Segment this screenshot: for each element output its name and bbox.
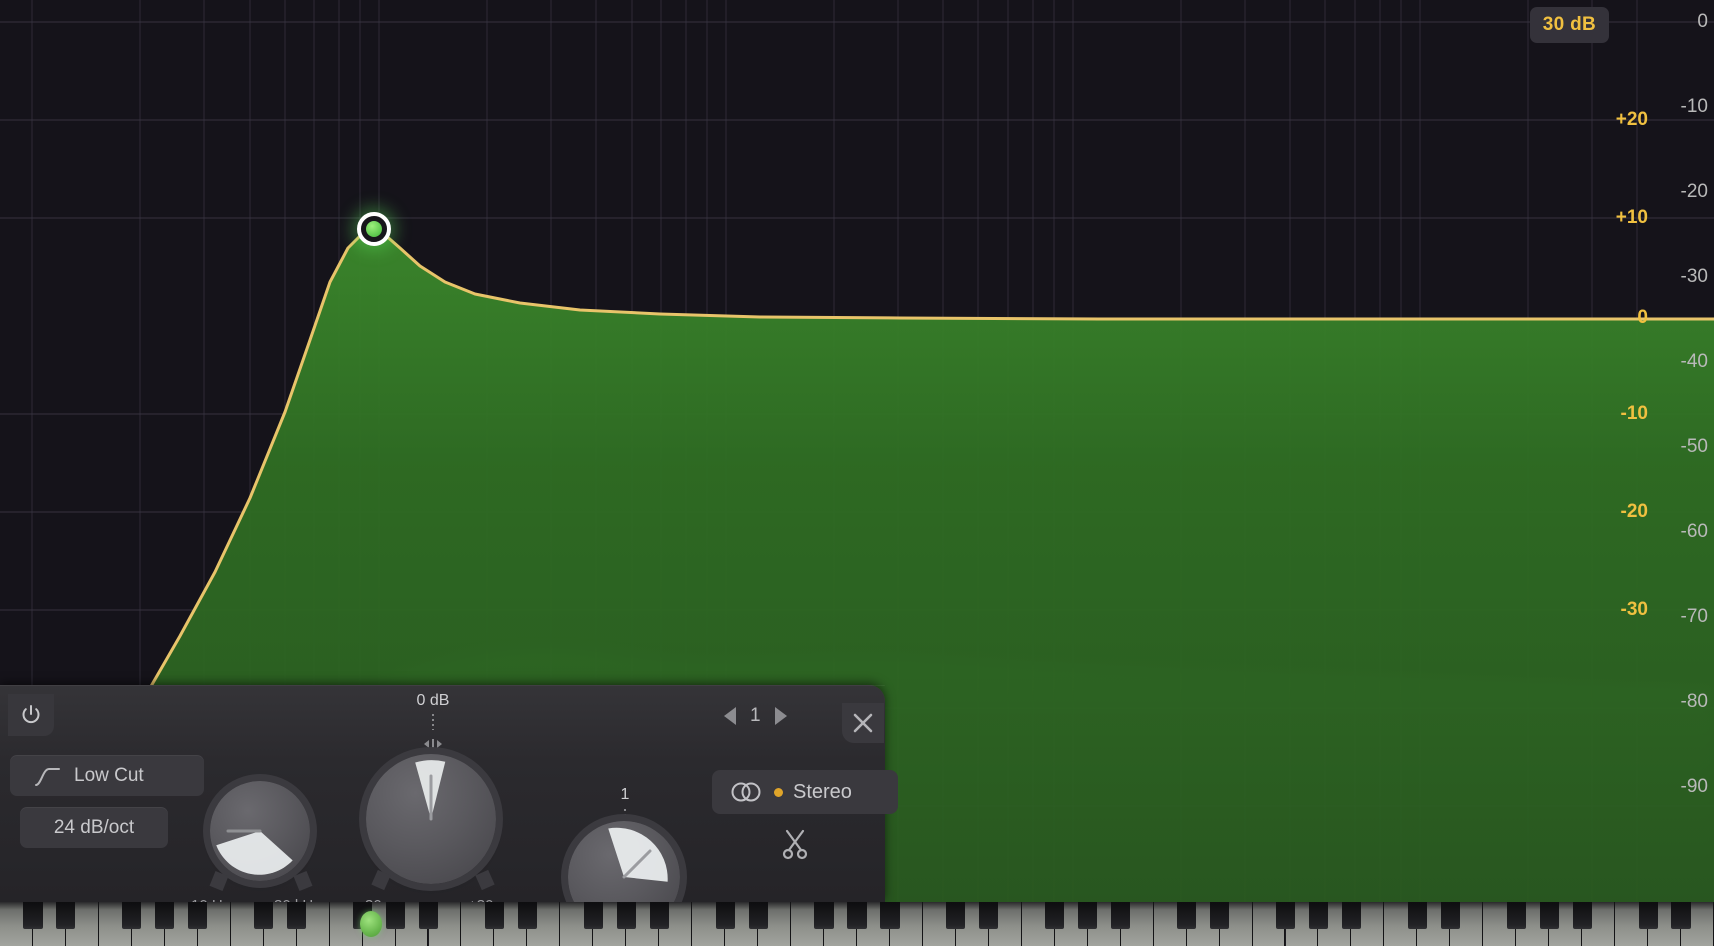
piano-black-key[interactable]	[1275, 902, 1296, 929]
piano-black-key[interactable]	[1638, 902, 1658, 929]
piano-black-key[interactable]	[23, 902, 43, 929]
piano-black-key[interactable]	[880, 902, 900, 929]
band-editor-panel: Low Cut 24 dB/oct 10 Hz 30 kHz FREQ 0 dB	[0, 685, 898, 940]
piano-black-key[interactable]	[946, 902, 966, 929]
piano-black-key[interactable]	[847, 902, 867, 929]
freq-knob-pointer	[216, 829, 293, 875]
band-power-button[interactable]	[8, 694, 54, 736]
piano-black-key[interactable]	[418, 902, 439, 929]
gain-knob-center-mark-icon	[432, 714, 434, 730]
gain-knob-bipolar-icon	[424, 739, 442, 749]
piano-black-key[interactable]	[122, 902, 142, 929]
power-icon	[22, 705, 40, 724]
close-icon	[853, 713, 873, 733]
piano-black-key[interactable]	[287, 902, 307, 929]
close-band-panel-button[interactable]	[842, 703, 884, 743]
gain-knob-value: 0 dB	[416, 692, 450, 709]
filter-type-label: Low Cut	[74, 764, 144, 786]
piano-black-key[interactable]	[1572, 902, 1592, 929]
stereo-link-circles-icon	[731, 782, 761, 802]
piano-black-key[interactable]	[155, 902, 175, 929]
freq-knob-group: 10 Hz 30 kHz FREQ	[191, 755, 326, 938]
split-band-button[interactable]	[780, 828, 810, 865]
gain-knob-pointer	[415, 760, 446, 821]
piano-black-key[interactable]	[1506, 902, 1526, 929]
low-cut-shape-icon	[35, 767, 60, 786]
piano-black-key[interactable]	[1341, 902, 1361, 929]
plugin-window: +20 +10 0 -10 -20 -30 0 -10 -20 -30 -40 …	[0, 0, 1714, 946]
piano-black-key[interactable]	[814, 902, 834, 929]
piano-black-key[interactable]	[583, 902, 603, 929]
piano-black-key[interactable]	[1045, 902, 1065, 929]
piano-black-key[interactable]	[517, 902, 537, 929]
channel-active-dot	[774, 787, 783, 797]
piano-black-key[interactable]	[1111, 902, 1131, 929]
band-index-label: 1	[750, 705, 761, 726]
piano-black-key[interactable]	[188, 902, 208, 929]
piano-black-key[interactable]	[1078, 902, 1098, 929]
piano-black-key[interactable]	[979, 902, 999, 929]
channel-mode-label: Stereo	[793, 780, 852, 803]
gain-knob[interactable]	[366, 754, 496, 884]
scissors-icon	[782, 829, 808, 860]
q-knob-group: 1 0.025 40 Q	[560, 703, 690, 940]
db-range-badge[interactable]: 30 dB	[1529, 7, 1609, 43]
piano-black-key[interactable]	[1407, 902, 1427, 929]
piano-black-key[interactable]	[1308, 902, 1328, 929]
channel-mode-button[interactable]: Stereo	[712, 770, 898, 814]
band-node-1-handle[interactable]	[357, 212, 391, 246]
piano-black-key[interactable]	[385, 902, 406, 929]
piano-black-key[interactable]	[1539, 902, 1559, 929]
piano-black-key[interactable]	[649, 902, 669, 929]
piano-keyboard-strip[interactable]	[0, 902, 1714, 946]
prev-band-button[interactable]	[724, 707, 736, 725]
piano-black-key[interactable]	[715, 902, 735, 929]
piano-black-key[interactable]	[616, 902, 636, 929]
gain-knob-group: 0 dB -30 +30 GAIN	[360, 670, 498, 938]
q-knob-value: 1	[620, 786, 630, 803]
band-selector: 1	[724, 705, 787, 727]
next-band-button[interactable]	[774, 707, 787, 725]
piano-black-key[interactable]	[1671, 902, 1691, 929]
piano-black-key[interactable]	[56, 902, 76, 929]
piano-black-key[interactable]	[1440, 902, 1460, 929]
piano-black-key[interactable]	[748, 902, 768, 929]
filter-slope-button[interactable]: 24 dB/oct	[20, 807, 168, 848]
filter-slope-label: 24 dB/oct	[53, 816, 135, 838]
filter-type-button[interactable]: Low Cut	[10, 755, 204, 796]
piano-black-key[interactable]	[484, 902, 504, 929]
piano-root-note-marker[interactable]	[360, 911, 382, 937]
piano-black-key[interactable]	[254, 902, 274, 929]
freq-knob[interactable]	[210, 781, 310, 881]
piano-black-key[interactable]	[1177, 902, 1197, 929]
piano-black-key[interactable]	[1210, 902, 1230, 929]
